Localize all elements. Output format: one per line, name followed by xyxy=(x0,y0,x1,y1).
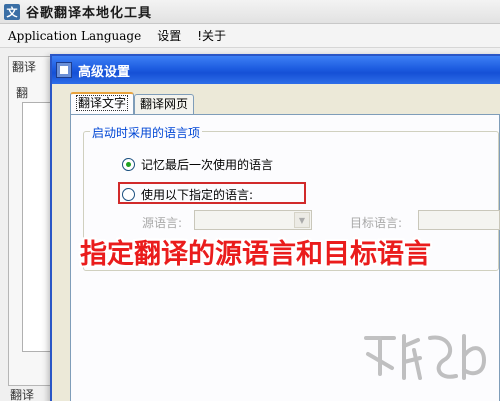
radio-button-checked[interactable] xyxy=(122,158,135,171)
menu-about[interactable]: !关于 xyxy=(189,27,234,44)
background-label-translate: 翻译 xyxy=(12,60,37,74)
source-language-select[interactable]: ▼ xyxy=(194,210,312,230)
source-language-label: 源语言: xyxy=(142,216,183,230)
menu-application-language[interactable]: Application Language xyxy=(0,29,149,43)
target-language-label: 目标语言: xyxy=(350,216,403,230)
dialog-title: 高级设置 xyxy=(78,64,131,80)
dialog-title-bar[interactable]: 高级设置 xyxy=(52,56,500,84)
background-label-translate-bottom: 翻译 xyxy=(10,388,35,401)
menu-settings[interactable]: 设置 xyxy=(149,27,189,44)
background-textbox xyxy=(22,102,52,352)
chevron-down-icon[interactable]: ▼ xyxy=(294,212,310,228)
radio-specify-label: 使用以下指定的语言: xyxy=(141,188,254,202)
radio-remember-label: 记忆最后一次使用的语言 xyxy=(141,158,274,172)
background-label-partial: 翻 xyxy=(16,86,29,100)
advanced-settings-dialog: 高级设置 翻译文字 翻译网页 启动时采用的语言项 记忆最后一次使用的语言 使用以… xyxy=(50,54,500,401)
app-icon: 文 xyxy=(4,3,20,20)
annotation-caption: 指定翻译的源语言和目标语言 xyxy=(80,239,431,270)
target-language-select[interactable] xyxy=(418,210,500,230)
main-window-title: 谷歌翻译本地化工具 xyxy=(26,6,153,21)
radio-remember-last-language[interactable]: 记忆最后一次使用的语言 xyxy=(122,156,273,173)
tab-translate-webpage[interactable]: 翻译网页 xyxy=(134,94,195,114)
tab-translate-text[interactable]: 翻译文字 xyxy=(70,92,135,114)
radio-specify-language[interactable]: 使用以下指定的语言: xyxy=(122,186,253,203)
window-icon xyxy=(56,62,72,78)
main-title-bar: 文 谷歌翻译本地化工具 xyxy=(0,0,500,24)
radio-button-unchecked[interactable] xyxy=(122,188,135,201)
menu-bar: Application Language 设置 !关于 xyxy=(0,24,500,48)
tab-translate-text-label: 翻译文字 xyxy=(76,95,129,111)
tab-strip: 翻译文字 翻译网页 xyxy=(70,92,195,114)
group-title: 启动时采用的语言项 xyxy=(90,124,203,141)
